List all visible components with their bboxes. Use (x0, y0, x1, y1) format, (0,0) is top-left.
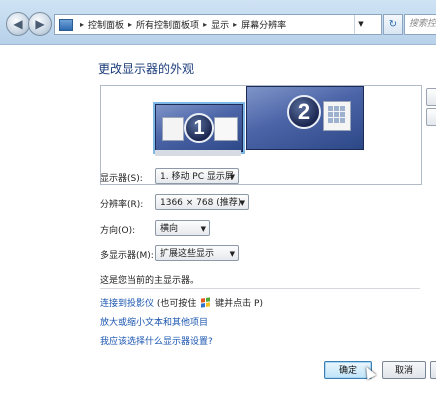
breadcrumb-display[interactable]: 显示 (211, 18, 229, 31)
identify-button[interactable] (426, 108, 436, 126)
page-title: 更改显示器的外观 (98, 62, 195, 76)
display-select[interactable]: 1. 移动 PC 显示屏 ▼ (155, 168, 239, 184)
search-box[interactable]: 搜索控制 (404, 14, 436, 35)
windows-logo-icon (201, 297, 211, 308)
breadcrumb-control-panel[interactable]: 控制面板 (88, 18, 124, 31)
cancel-button[interactable]: 取消 (382, 361, 426, 379)
breadcrumb-separator: ▸ (203, 20, 208, 29)
display-settings-help-link[interactable]: 我应该选择什么显示器设置? (100, 334, 213, 347)
resolution-select[interactable]: 1366 × 768 (推荐) ▼ (155, 194, 249, 210)
monitor-1[interactable]: 1 (153, 102, 245, 154)
dropdown-arrow-icon: ▼ (229, 250, 235, 258)
monitor-number-badge: 2 (287, 95, 321, 129)
status-text: 这是您当前的主显示器。 (100, 276, 200, 286)
address-dropdown-icon[interactable]: ▼ (354, 15, 367, 34)
orientation-select[interactable]: 横向 ▼ (155, 220, 210, 236)
monitor-2[interactable]: 2 (246, 86, 364, 150)
multiple-displays-select-value: 扩展这些显示 (160, 249, 215, 259)
projector-row: 连接到投影仪 (也可按住 键并点击 P) (100, 296, 263, 309)
control-panel-icon (59, 18, 73, 31)
divider (100, 288, 420, 289)
dropdown-arrow-icon: ▼ (239, 199, 245, 207)
display-select-value: 1. 移动 PC 显示屏 (160, 172, 234, 182)
forward-arrow-icon: ▶ (35, 17, 45, 31)
connect-projector-link[interactable]: 连接到投影仪 (100, 299, 154, 309)
dropdown-arrow-icon: ▼ (229, 173, 235, 181)
monitor-number-badge: 1 (184, 113, 214, 143)
breadcrumb-separator: ▸ (80, 20, 85, 29)
text-size-link[interactable]: 放大或缩小文本和其他项目 (100, 315, 208, 328)
monitor-preview: 1 2 (100, 85, 422, 185)
forward-button[interactable]: ▶ (28, 12, 52, 36)
projector-hint-prefix: (也可按住 (156, 299, 197, 309)
refresh-button[interactable]: ↻ (383, 14, 403, 35)
monitor-1-base (155, 150, 241, 156)
window-icon (162, 117, 184, 141)
refresh-icon: ↻ (388, 19, 398, 30)
window-icon (214, 117, 238, 141)
multiple-displays-select[interactable]: 扩展这些显示 ▼ (155, 245, 239, 261)
navigation-bar: ◀ ▶ ▸ 控制面板 ▸ 所有控制面板项 ▸ 显示 ▸ 屏幕分辨率 ▼ ↻ 搜索… (0, 0, 436, 45)
breadcrumb-separator: ▸ (233, 20, 238, 29)
apply-button[interactable] (430, 361, 436, 379)
display-label: 显示器(S): (100, 174, 143, 184)
orientation-label: 方向(O): (100, 226, 136, 236)
breadcrumb-separator: ▸ (128, 20, 133, 29)
back-arrow-icon: ◀ (13, 17, 23, 31)
grid-icon (328, 106, 346, 124)
multiple-displays-label: 多显示器(M): (100, 251, 154, 261)
breadcrumb-all-items[interactable]: 所有控制面板项 (136, 18, 199, 31)
address-bar[interactable]: ▸ 控制面板 ▸ 所有控制面板项 ▸ 显示 ▸ 屏幕分辨率 ▼ (54, 14, 382, 35)
projector-hint-suffix: 键并点击 P) (215, 299, 263, 309)
detect-button[interactable] (426, 88, 436, 106)
breadcrumb-screen-resolution[interactable]: 屏幕分辨率 (241, 18, 286, 31)
orientation-select-value: 横向 (160, 224, 179, 234)
window-icon (323, 101, 351, 131)
resolution-select-value: 1366 × 768 (推荐) (160, 198, 242, 208)
screen-resolution-window: ◀ ▶ ▸ 控制面板 ▸ 所有控制面板项 ▸ 显示 ▸ 屏幕分辨率 ▼ ↻ 搜索… (0, 0, 436, 398)
back-button[interactable]: ◀ (6, 12, 30, 36)
dropdown-arrow-icon: ▼ (200, 225, 206, 233)
resolution-label: 分辨率(R): (100, 200, 144, 210)
